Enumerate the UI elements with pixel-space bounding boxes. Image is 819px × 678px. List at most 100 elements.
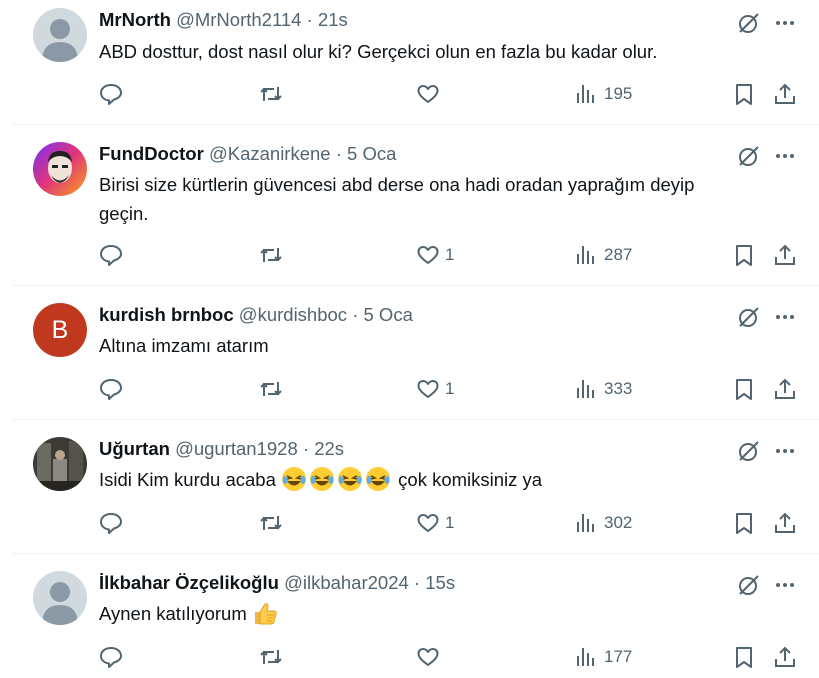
bookmark-button[interactable]	[731, 644, 757, 670]
retweet-icon	[260, 516, 282, 530]
tweet[interactable]: FundDoctor @Kazanirkene · 5 Oca Birisi s…	[12, 125, 819, 285]
reply-icon	[100, 513, 122, 534]
more-icon[interactable]	[772, 438, 798, 464]
grok-icon[interactable]	[736, 438, 762, 464]
like-count: 1	[445, 245, 455, 264]
like-button[interactable]: 1	[415, 376, 454, 402]
views-button[interactable]: 195	[574, 81, 632, 107]
share-button[interactable]	[772, 81, 798, 107]
bookmark-button[interactable]	[731, 510, 757, 536]
like-button[interactable]	[415, 644, 445, 670]
handle[interactable]: @MrNorth2114	[176, 9, 301, 30]
more-icon[interactable]	[772, 10, 798, 36]
reply-button[interactable]	[98, 376, 124, 402]
avatar[interactable]: B	[33, 303, 87, 357]
timestamp[interactable]: 22s	[314, 438, 344, 459]
retweet-icon	[260, 382, 282, 396]
like-button[interactable]	[415, 81, 445, 107]
share-button[interactable]	[772, 376, 798, 402]
views-button[interactable]: 333	[574, 376, 632, 402]
views-button[interactable]: 302	[574, 510, 632, 536]
timestamp[interactable]: 5 Oca	[364, 304, 413, 325]
reply-icon	[100, 379, 122, 400]
avatar[interactable]	[33, 8, 87, 62]
tweet-header: MrNorth @MrNorth2114 · 21s	[99, 8, 348, 32]
tweet[interactable]: B kurdish brnboc @kurdishboc · 5 Oca Alt…	[12, 286, 819, 419]
share-button[interactable]	[772, 510, 798, 536]
reply-icon	[100, 84, 122, 105]
share-icon	[775, 646, 795, 667]
avatar[interactable]	[33, 437, 87, 491]
reply-button[interactable]	[98, 81, 124, 107]
view-count: 287	[604, 245, 633, 264]
more-icon[interactable]	[772, 572, 798, 598]
like-icon	[417, 648, 439, 666]
like-button[interactable]: 1	[415, 242, 454, 268]
retweet-button[interactable]	[258, 510, 284, 536]
views-button[interactable]: 177	[574, 644, 632, 670]
reply-icon	[100, 647, 122, 668]
bookmark-button[interactable]	[731, 242, 757, 268]
tweet[interactable]: MrNorth @MrNorth2114 · 21s ABD dosttur, …	[12, 0, 819, 124]
bookmark-button[interactable]	[731, 81, 757, 107]
handle[interactable]: @ilkbahar2024	[284, 572, 409, 593]
grok-icon[interactable]	[736, 10, 762, 36]
handle[interactable]: @ugurtan1928	[175, 438, 298, 459]
like-button[interactable]: 1	[415, 510, 454, 536]
avatar[interactable]	[33, 142, 87, 196]
tweet-text-part: çok komiksiniz ya	[398, 469, 543, 490]
tweet-text: Aynen katılıyorum	[99, 599, 719, 628]
tweet[interactable]: İlkbahar Özçelikoğlu @ilkbahar2024 · 15s…	[12, 554, 819, 678]
views-button[interactable]: 287	[574, 242, 632, 268]
handle[interactable]: @Kazanirkene	[209, 143, 331, 164]
tweet-text-line: Birisi size kürtlerin güvencesi abd ders…	[99, 174, 695, 195]
retweet-icon	[260, 248, 282, 262]
tweet-text-part: Isidi Kim kurdu acaba	[99, 469, 276, 490]
share-button[interactable]	[772, 242, 798, 268]
timestamp[interactable]: 15s	[425, 572, 455, 593]
laughing-emoji	[310, 467, 335, 491]
timestamp[interactable]: 5 Oca	[347, 143, 396, 164]
tweet-text-line: geçin.	[99, 203, 149, 224]
retweet-button[interactable]	[258, 376, 284, 402]
display-name[interactable]: FundDoctor	[99, 143, 204, 164]
views-icon	[577, 246, 594, 264]
like-icon	[417, 380, 439, 398]
bookmark-icon	[736, 513, 752, 534]
display-name[interactable]: kurdish brnboc	[99, 304, 234, 325]
display-name[interactable]: Uğurtan	[99, 438, 170, 459]
separator: ·	[413, 572, 421, 593]
timestamp[interactable]: 21s	[318, 9, 348, 30]
handle[interactable]: @kurdishboc	[239, 304, 347, 325]
reply-button[interactable]	[98, 644, 124, 670]
view-count: 195	[604, 84, 633, 103]
reply-button[interactable]	[98, 242, 124, 268]
grok-icon[interactable]	[736, 304, 762, 330]
bookmark-button[interactable]	[731, 376, 757, 402]
tweet-text-part: Aynen katılıyorum	[99, 603, 247, 624]
share-button[interactable]	[772, 644, 798, 670]
separator: ·	[352, 304, 359, 325]
more-icon[interactable]	[772, 143, 798, 169]
grok-icon[interactable]	[736, 572, 762, 598]
like-icon	[417, 85, 439, 103]
laughing-emoji	[366, 467, 391, 491]
tweet[interactable]: Uğurtan @ugurtan1928 · 22s Isidi Kim kur…	[12, 420, 819, 553]
display-name[interactable]: İlkbahar Özçelikoğlu	[99, 572, 279, 593]
default-avatar-icon	[33, 571, 87, 625]
laughing-emoji	[338, 467, 363, 491]
profile-photo-icon	[33, 437, 87, 491]
retweet-button[interactable]	[258, 644, 284, 670]
like-count: 1	[445, 513, 455, 532]
display-name[interactable]: MrNorth	[99, 9, 171, 30]
more-icon[interactable]	[772, 304, 798, 330]
view-count: 177	[604, 647, 633, 666]
retweet-button[interactable]	[258, 81, 284, 107]
reply-button[interactable]	[98, 510, 124, 536]
avatar[interactable]	[33, 571, 87, 625]
share-icon	[775, 378, 795, 399]
retweet-button[interactable]	[258, 242, 284, 268]
separator: ·	[306, 9, 313, 30]
view-count: 302	[604, 513, 633, 532]
grok-icon[interactable]	[736, 143, 762, 169]
